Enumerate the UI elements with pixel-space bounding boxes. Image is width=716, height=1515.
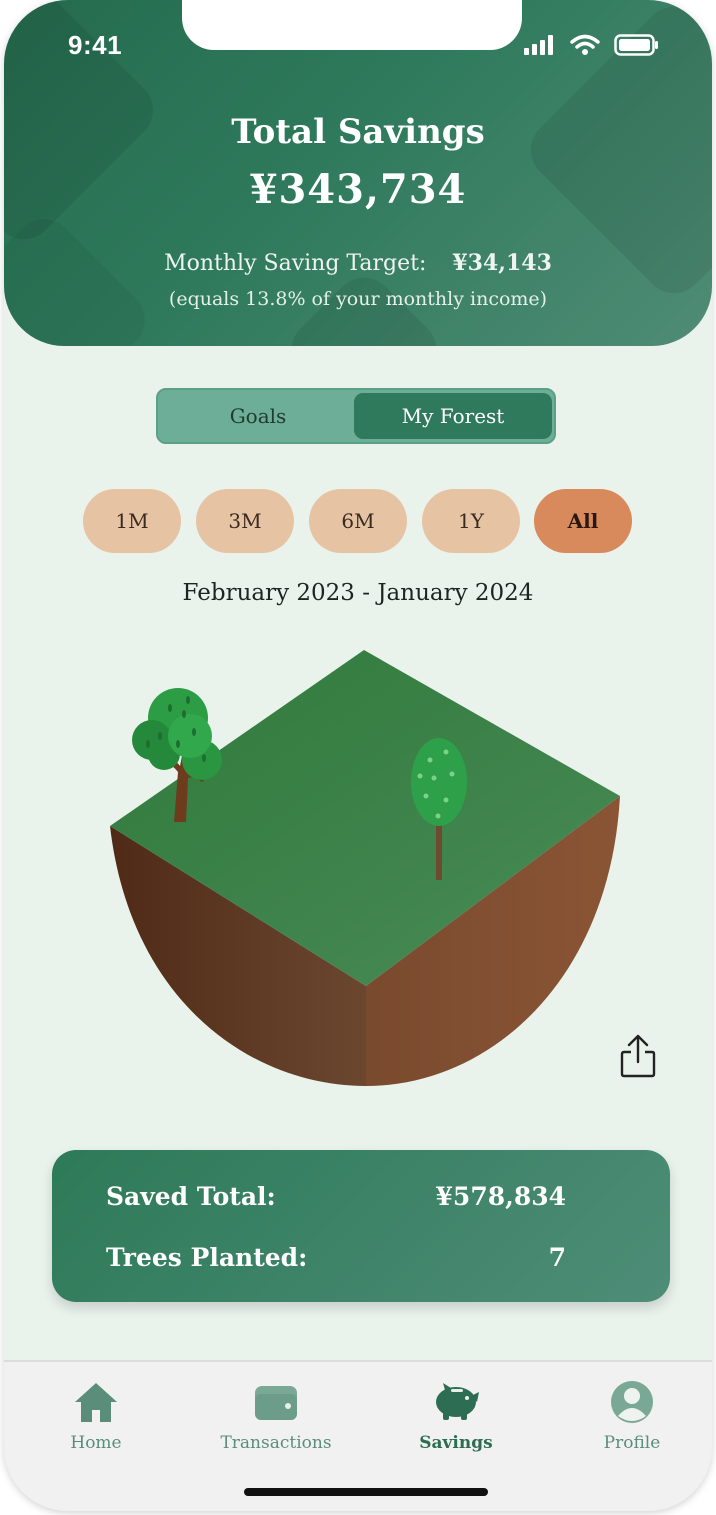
status-time: 9:41: [68, 30, 123, 60]
tab-savings-label: Savings: [419, 1433, 493, 1453]
saved-total-label: Saved Total:: [106, 1182, 276, 1211]
tab-savings[interactable]: Savings: [404, 1380, 508, 1453]
period-label: February 2023 - January 2024: [182, 580, 534, 606]
header-decoration: [4, 206, 158, 346]
range-3m-button[interactable]: 3M: [196, 489, 294, 553]
share-icon[interactable]: [618, 1032, 658, 1080]
tab-transactions-label: Transactions: [220, 1433, 332, 1453]
monthly-target-label: Monthly Saving Target:: [164, 251, 427, 276]
house-icon: [75, 1383, 117, 1422]
trees-planted-label: Trees Planted:: [106, 1243, 308, 1272]
range-1y-button[interactable]: 1Y: [422, 489, 520, 553]
range-all-button[interactable]: All: [534, 489, 632, 553]
phone-screen: 9:41 Total Savings ¥343,734 Monthly Savi…: [4, 0, 712, 1511]
range-6m-button[interactable]: 6M: [309, 489, 407, 553]
savings-header: 9:41 Total Savings ¥343,734 Monthly Savi…: [4, 0, 712, 346]
tab-profile[interactable]: Profile: [582, 1380, 682, 1453]
tab-home-label: Home: [70, 1433, 122, 1453]
piggy-bank-icon: [436, 1383, 479, 1420]
tab-profile-label: Profile: [603, 1433, 661, 1453]
page-title: Total Savings: [231, 112, 485, 152]
monthly-target: Monthly Saving Target: ¥34,143: [4, 250, 712, 276]
tab-home[interactable]: Home: [46, 1380, 146, 1453]
home-indicator: [244, 1488, 488, 1496]
battery-icon: [614, 34, 658, 56]
forest-illustration: [110, 650, 620, 1086]
signal-icon: [524, 35, 553, 55]
monthly-target-amount: ¥34,143: [452, 250, 552, 276]
view-segmented-control: Goals My Forest: [156, 388, 556, 444]
total-savings-amount: ¥343,734: [249, 166, 467, 213]
savings-summary-card: Saved Total: ¥578,834 Trees Planted: 7: [52, 1150, 670, 1302]
wifi-icon: [570, 34, 600, 55]
saved-total-value: ¥578,834: [435, 1182, 566, 1211]
trees-planted-value: 7: [548, 1243, 566, 1272]
tab-transactions[interactable]: Transactions: [204, 1380, 348, 1453]
user-icon: [611, 1381, 653, 1423]
segment-goals[interactable]: Goals: [162, 393, 354, 439]
segment-my-forest[interactable]: My Forest: [354, 393, 552, 439]
wallet-icon: [255, 1386, 297, 1420]
device-notch: [182, 0, 522, 50]
income-note: (equals 13.8% of your monthly income): [168, 288, 548, 310]
range-1m-button[interactable]: 1M: [83, 489, 181, 553]
status-icons: [524, 34, 660, 56]
